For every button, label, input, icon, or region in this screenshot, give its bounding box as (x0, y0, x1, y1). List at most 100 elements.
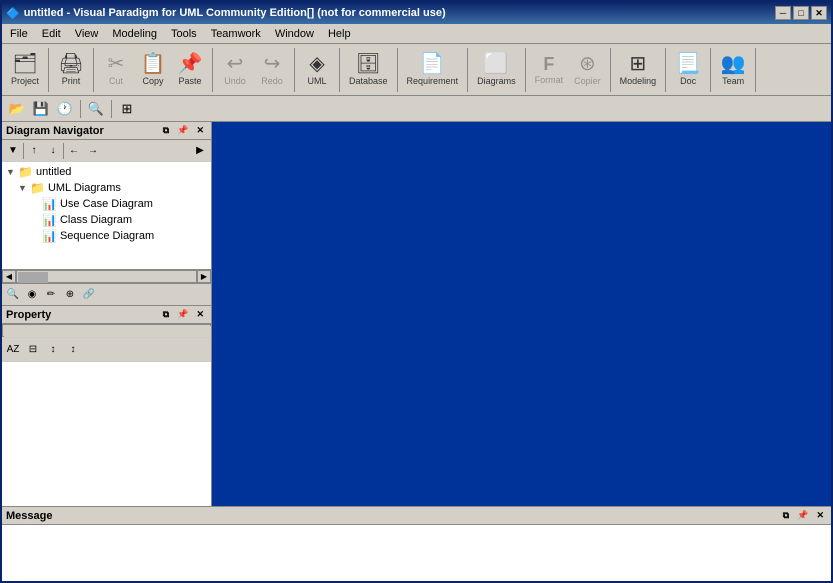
toolbar-group-project: 🗂 Project (6, 48, 49, 92)
copier-icon: ⊛ (579, 54, 596, 74)
project-label: Project (11, 76, 39, 86)
nav-bt-btn3[interactable]: ✏ (42, 286, 60, 304)
copy-button[interactable]: 📋 Copy (135, 48, 171, 92)
nav-up-button[interactable]: ↑ (25, 142, 43, 160)
nav-expand-right-button[interactable]: ▶ (191, 142, 209, 160)
nav-left-button[interactable]: ← (65, 142, 83, 160)
sort-btn4[interactable]: ↕ (64, 341, 82, 359)
menu-tools[interactable]: Tools (165, 26, 203, 42)
scroll-thumb[interactable] (18, 272, 48, 283)
scroll-left-button[interactable]: ◀ (2, 270, 16, 283)
navigator-close-button[interactable]: ✕ (193, 123, 207, 138)
menu-file[interactable]: File (4, 26, 34, 42)
project-folder-icon: 📁 (18, 165, 33, 179)
copy-icon: 📋 (141, 54, 166, 74)
menu-modeling[interactable]: Modeling (106, 26, 163, 42)
diagrams-button[interactable]: ⬜ Diagrams (472, 48, 521, 92)
maximize-button[interactable]: □ (793, 6, 809, 20)
copier-button[interactable]: ⊛ Copier (569, 48, 606, 92)
canvas-area[interactable] (212, 122, 831, 506)
tree-item-untitled[interactable]: ▼ 📁 untitled (4, 164, 209, 180)
requirement-icon: 📄 (420, 54, 445, 74)
format-button[interactable]: F Format (530, 48, 569, 92)
nav-expand-button[interactable]: ▼ (4, 142, 22, 160)
nav-bt-btn2[interactable]: ◉ (23, 286, 41, 304)
tree-item-use-case[interactable]: ▷ 📊 Use Case Diagram (4, 196, 209, 212)
format-icon: F (543, 55, 554, 73)
cut-icon: ✂ (108, 54, 125, 74)
title-bar-left: 🔷 untitled - Visual Paradigm for UML Com… (6, 7, 446, 20)
print-button[interactable]: 🖨 Print (53, 48, 89, 92)
toolbar-group-requirement: 📄 Requirement (402, 48, 469, 92)
sequence-icon: 📊 (42, 229, 57, 243)
message-float-button[interactable]: ⧉ (780, 508, 792, 523)
tree-label-use-case: Use Case Diagram (60, 198, 153, 210)
nav-bt-btn5[interactable]: 🔗 (80, 286, 98, 304)
team-button[interactable]: 👥 Team (715, 48, 751, 92)
diagrams-icon: ⬜ (484, 54, 509, 74)
cut-button[interactable]: ✂ Cut (98, 48, 134, 92)
tb2-open-button[interactable]: 📂 (6, 99, 28, 119)
minimize-button[interactable]: ─ (775, 6, 791, 20)
cut-label: Cut (109, 76, 123, 86)
nav-bt-btn1[interactable]: 🔍 (4, 286, 22, 304)
undo-label: Undo (224, 76, 246, 86)
menu-view[interactable]: View (69, 26, 105, 42)
menu-edit[interactable]: Edit (36, 26, 67, 42)
paste-button[interactable]: 📌 Paste (172, 48, 208, 92)
undo-button[interactable]: ↩ Undo (217, 48, 253, 92)
class-icon: 📊 (42, 213, 57, 227)
sort-group-button[interactable]: ⊟ (24, 341, 42, 359)
tb2-save-button[interactable]: 💾 (30, 99, 52, 119)
message-pin-button[interactable]: 📌 (794, 508, 811, 523)
nav-down-button[interactable]: ↓ (44, 142, 62, 160)
sort-btn3[interactable]: ↕ (44, 341, 62, 359)
diagram-tree: ▼ 📁 untitled ▼ 📁 UML Diagrams ▷ (2, 162, 211, 269)
property-panel: Property ⧉ 📌 ✕ (2, 306, 211, 506)
toolbar-group-database: 🗄 Database (344, 48, 398, 92)
nav-right-button[interactable]: → (84, 142, 102, 160)
tb2-recent-button[interactable]: 🕐 (54, 99, 76, 119)
menu-help[interactable]: Help (322, 26, 357, 42)
tb2-grid-button[interactable]: ⊞ (116, 99, 138, 119)
menu-teamwork[interactable]: Teamwork (205, 26, 267, 42)
property-scroll-thumb[interactable] (4, 326, 211, 337)
requirement-button[interactable]: 📄 Requirement (402, 48, 464, 92)
nav-bt-btn4[interactable]: ⊕ (61, 286, 79, 304)
message-close-button[interactable]: ✕ (813, 508, 827, 523)
navigator-pin-button[interactable]: 📌 (174, 123, 191, 138)
modeling-button[interactable]: ⊞ Modeling (615, 48, 662, 92)
print-label: Print (62, 76, 81, 86)
property-sort-bar: AZ ⊟ ↕ ↕ (2, 338, 211, 362)
tree-item-class[interactable]: ▷ 📊 Class Diagram (4, 212, 209, 228)
tree-expand-uml: ▼ (18, 183, 30, 193)
tree-item-sequence[interactable]: ▷ 📊 Sequence Diagram (4, 228, 209, 244)
toolbar-group-undoredo: ↩ Undo ↪ Redo (217, 48, 295, 92)
title-bar-controls: ─ □ ✕ (775, 6, 827, 20)
project-button[interactable]: 🗂 Project (6, 48, 44, 92)
property-close-button[interactable]: ✕ (193, 307, 207, 322)
diagram-navigator-title: Diagram Navigator (6, 125, 104, 137)
database-button[interactable]: 🗄 Database (344, 48, 393, 92)
property-float-button[interactable]: ⧉ (160, 307, 172, 322)
tb2-zoom-in-button[interactable]: 🔍 (85, 99, 107, 119)
left-panel: Diagram Navigator ⧉ 📌 ✕ ▼ ↑ ↓ ← (2, 122, 212, 506)
sort-alpha-button[interactable]: AZ (4, 341, 22, 359)
close-button[interactable]: ✕ (811, 6, 827, 20)
format-label: Format (535, 75, 564, 85)
toolbar-group-modeling: ⊞ Modeling (615, 48, 667, 92)
redo-button[interactable]: ↪ Redo (254, 48, 290, 92)
tree-item-uml-diagrams[interactable]: ▼ 📁 UML Diagrams (4, 180, 209, 196)
message-content (2, 525, 831, 581)
uml-button[interactable]: ◈ UML (299, 48, 335, 92)
menu-window[interactable]: Window (269, 26, 320, 42)
navigator-float-button[interactable]: ⧉ (160, 123, 172, 138)
property-header-controls: ⧉ 📌 ✕ (160, 307, 207, 322)
use-case-icon: 📊 (42, 197, 57, 211)
scroll-right-button[interactable]: ▶ (197, 270, 211, 283)
copy-label: Copy (143, 76, 164, 86)
property-pin-button[interactable]: 📌 (174, 307, 191, 322)
doc-button[interactable]: 📃 Doc (670, 48, 706, 92)
project-icon: 🗂 (12, 54, 37, 74)
center-row: Diagram Navigator ⧉ 📌 ✕ ▼ ↑ ↓ ← (2, 122, 831, 506)
